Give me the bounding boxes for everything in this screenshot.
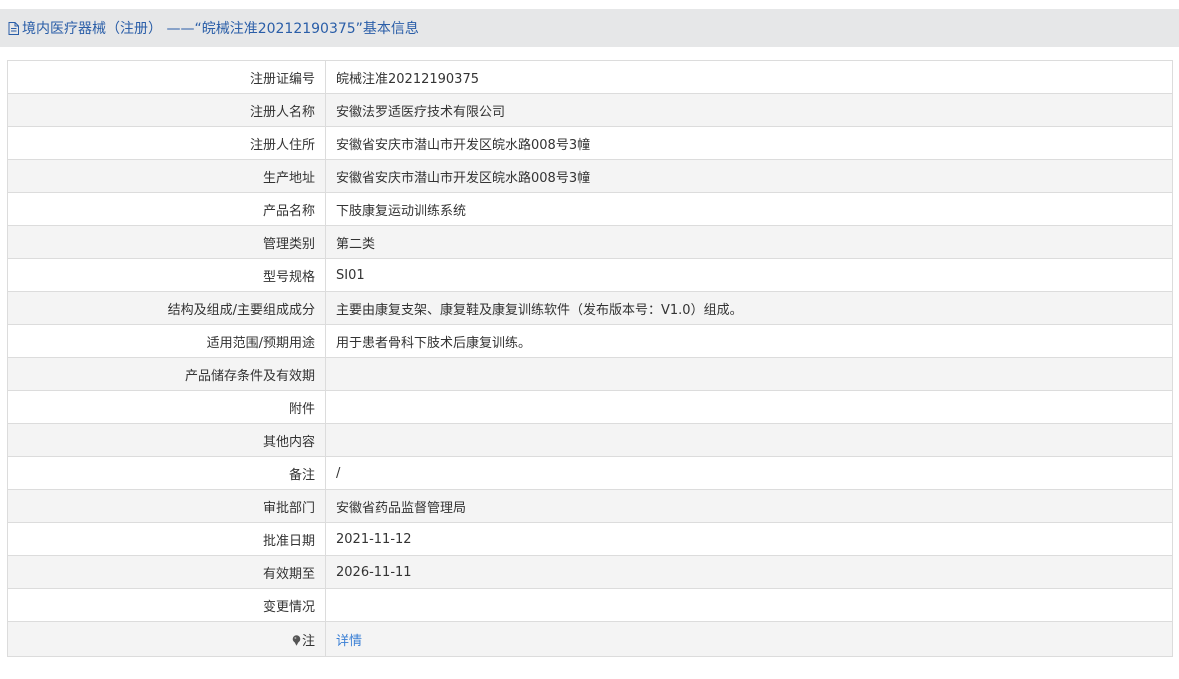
field-value: 2026-11-11 [325, 555, 1173, 589]
field-label: 审批部门 [7, 489, 326, 523]
field-value: 皖械注准20212190375 [325, 60, 1173, 94]
field-label: 批准日期 [7, 522, 326, 556]
table-row: 有效期至 2026-11-11 [7, 555, 1173, 589]
field-value [325, 357, 1173, 391]
table-row: 适用范围/预期用途 用于患者骨科下肢术后康复训练。 [7, 324, 1173, 358]
field-label: 注册人住所 [7, 126, 326, 160]
field-value: / [325, 456, 1173, 490]
field-value [325, 423, 1173, 457]
field-label: 变更情况 [7, 588, 326, 622]
field-value: 安徽法罗适医疗技术有限公司 [325, 93, 1173, 127]
table-row: 变更情况 [7, 588, 1173, 622]
table-row: 其他内容 [7, 423, 1173, 457]
field-value: 第二类 [325, 225, 1173, 259]
table-row: 附件 [7, 390, 1173, 424]
field-label: 结构及组成/主要组成成分 [7, 291, 326, 325]
document-icon [8, 21, 19, 35]
field-label: 产品名称 [7, 192, 326, 226]
table-row: 注册证编号 皖械注准20212190375 [7, 60, 1173, 94]
table-row-note: 注 详情 [7, 621, 1173, 657]
field-value: 安徽省安庆市潜山市开发区皖水路008号3幢 [325, 126, 1173, 160]
field-value: 安徽省安庆市潜山市开发区皖水路008号3幢 [325, 159, 1173, 193]
field-label: 适用范围/预期用途 [7, 324, 326, 358]
info-table: 注册证编号 皖械注准20212190375 注册人名称 安徽法罗适医疗技术有限公司 注册… [7, 60, 1173, 657]
table-row: 注册人住所 安徽省安庆市潜山市开发区皖水路008号3幢 [7, 126, 1173, 160]
note-label-cell: 注 [7, 621, 326, 657]
field-label: 附件 [7, 390, 326, 424]
field-label: 有效期至 [7, 555, 326, 589]
table-row: 审批部门 安徽省药品监督管理局 [7, 489, 1173, 523]
table-row: 备注 / [7, 456, 1173, 490]
table-row: 批准日期 2021-11-12 [7, 522, 1173, 556]
page-title: 境内医疗器械（注册） ——“皖械注准20212190375”基本信息 [22, 21, 419, 37]
detail-link[interactable]: 详情 [336, 634, 362, 649]
field-label: 其他内容 [7, 423, 326, 457]
table-row: 注册人名称 安徽法罗适医疗技术有限公司 [7, 93, 1173, 127]
field-value: 下肢康复运动训练系统 [325, 192, 1173, 226]
table-row: 型号规格 SI01 [7, 258, 1173, 292]
field-value [325, 390, 1173, 424]
table-row: 生产地址 安徽省安庆市潜山市开发区皖水路008号3幢 [7, 159, 1173, 193]
page-header: 境内医疗器械（注册） ——“皖械注准20212190375”基本信息 [0, 9, 1179, 47]
field-value [325, 588, 1173, 622]
field-label: 管理类别 [7, 225, 326, 259]
note-label: 注 [301, 633, 315, 649]
field-label: 生产地址 [7, 159, 326, 193]
field-label: 注册人名称 [7, 93, 326, 127]
field-value: SI01 [325, 258, 1173, 292]
table-row: 产品储存条件及有效期 [7, 357, 1173, 391]
field-value: 主要由康复支架、康复鞋及康复训练软件（发布版本号：V1.0）组成。 [325, 291, 1173, 325]
field-value: 用于患者骨科下肢术后康复训练。 [325, 324, 1173, 358]
field-value: 2021-11-12 [325, 522, 1173, 556]
field-value: 安徽省药品监督管理局 [325, 489, 1173, 523]
note-value-cell: 详情 [325, 621, 1173, 657]
table-row: 产品名称 下肢康复运动训练系统 [7, 192, 1173, 226]
field-label: 产品储存条件及有效期 [7, 357, 326, 391]
field-label: 备注 [7, 456, 326, 490]
pin-icon [292, 634, 301, 646]
field-label: 型号规格 [7, 258, 326, 292]
table-row: 结构及组成/主要组成成分 主要由康复支架、康复鞋及康复训练软件（发布版本号：V1.… [7, 291, 1173, 325]
table-row: 管理类别 第二类 [7, 225, 1173, 259]
field-label: 注册证编号 [7, 60, 326, 94]
